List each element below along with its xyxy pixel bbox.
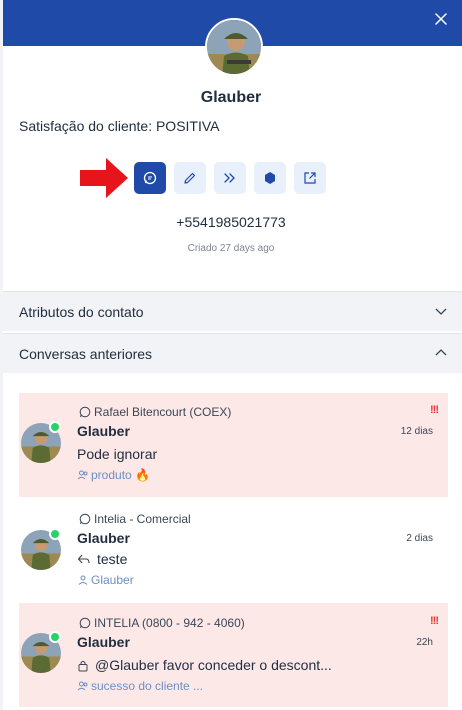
lock-icon (78, 660, 88, 671)
merge-contact-button[interactable] (214, 162, 246, 194)
inbox-name: INTELIA (0800 - 942 - 4060) (79, 616, 245, 630)
conversation-item[interactable]: Rafael Bitencourt (COEX) !!! Glauber 12 … (19, 393, 448, 497)
accordion-contact-attributes[interactable]: Atributos do contato (3, 291, 462, 331)
whatsapp-icon (79, 406, 91, 418)
conversation-item[interactable]: INTELIA (0800 - 942 - 4060) !!! Glauber … (19, 603, 448, 707)
chat-icon (143, 171, 157, 185)
open-external-button[interactable] (294, 162, 326, 194)
contact-actions (134, 162, 326, 194)
conversation-time: 22h (416, 637, 433, 648)
red-arrow-annotation (80, 158, 128, 198)
conversation-label: produto 🔥 (77, 468, 150, 482)
priority-icon: !!! (430, 404, 439, 416)
whatsapp-icon (79, 513, 91, 525)
inbox-name: Intelia - Comercial (79, 512, 191, 526)
satisfaction-text: Satisfação do cliente: POSITIVA (19, 118, 220, 134)
contact-phone[interactable]: +5541985021773 (0, 214, 462, 230)
whatsapp-badge-icon (49, 631, 61, 643)
users-icon (77, 470, 88, 480)
chevron-up-icon (435, 349, 447, 356)
conversation-item[interactable]: Intelia - Comercial Glauber 2 dias teste… (19, 500, 448, 598)
priority-icon: !!! (430, 615, 439, 627)
user-icon (78, 575, 88, 585)
external-link-icon (304, 172, 316, 184)
edit-contact-button[interactable] (174, 162, 206, 194)
conversation-contact-name: Glauber (77, 423, 130, 439)
accordion-title: Conversas anteriores (19, 345, 153, 362)
conversation-label: sucesso do cliente ... (77, 679, 203, 693)
new-conversation-button[interactable] (134, 162, 166, 194)
whatsapp-badge-icon (49, 421, 61, 433)
whatsapp-badge-icon (49, 528, 61, 540)
conversation-time: 2 dias (406, 533, 433, 544)
conversation-time: 12 dias (400, 426, 433, 437)
accordion-title: Atributos do contato (19, 303, 144, 320)
reply-icon (77, 554, 90, 564)
inbox-name: Rafael Bitencourt (COEX) (79, 405, 231, 419)
conversation-message: Pode ignorar (77, 446, 158, 462)
close-icon[interactable] (430, 10, 452, 32)
contact-name: Glauber (200, 89, 262, 106)
conversation-message: @Glauber favor conceder o descont... (77, 657, 332, 673)
hexagon-icon (265, 172, 275, 184)
chevron-down-icon (435, 308, 447, 315)
accordion-previous-conversations[interactable]: Conversas anteriores (3, 333, 462, 373)
merge-icon (224, 173, 235, 183)
created-date: Criado 27 days ago (187, 243, 275, 254)
conversation-contact-name: Glauber (77, 530, 130, 546)
users-icon (77, 681, 88, 691)
edit-icon (184, 172, 196, 184)
conversation-message: teste (77, 551, 127, 567)
avatar (205, 18, 263, 76)
integration-button[interactable] (254, 162, 286, 194)
whatsapp-icon (79, 617, 91, 629)
conversation-contact-name: Glauber (77, 634, 130, 650)
conversation-label: Glauber (77, 573, 134, 587)
